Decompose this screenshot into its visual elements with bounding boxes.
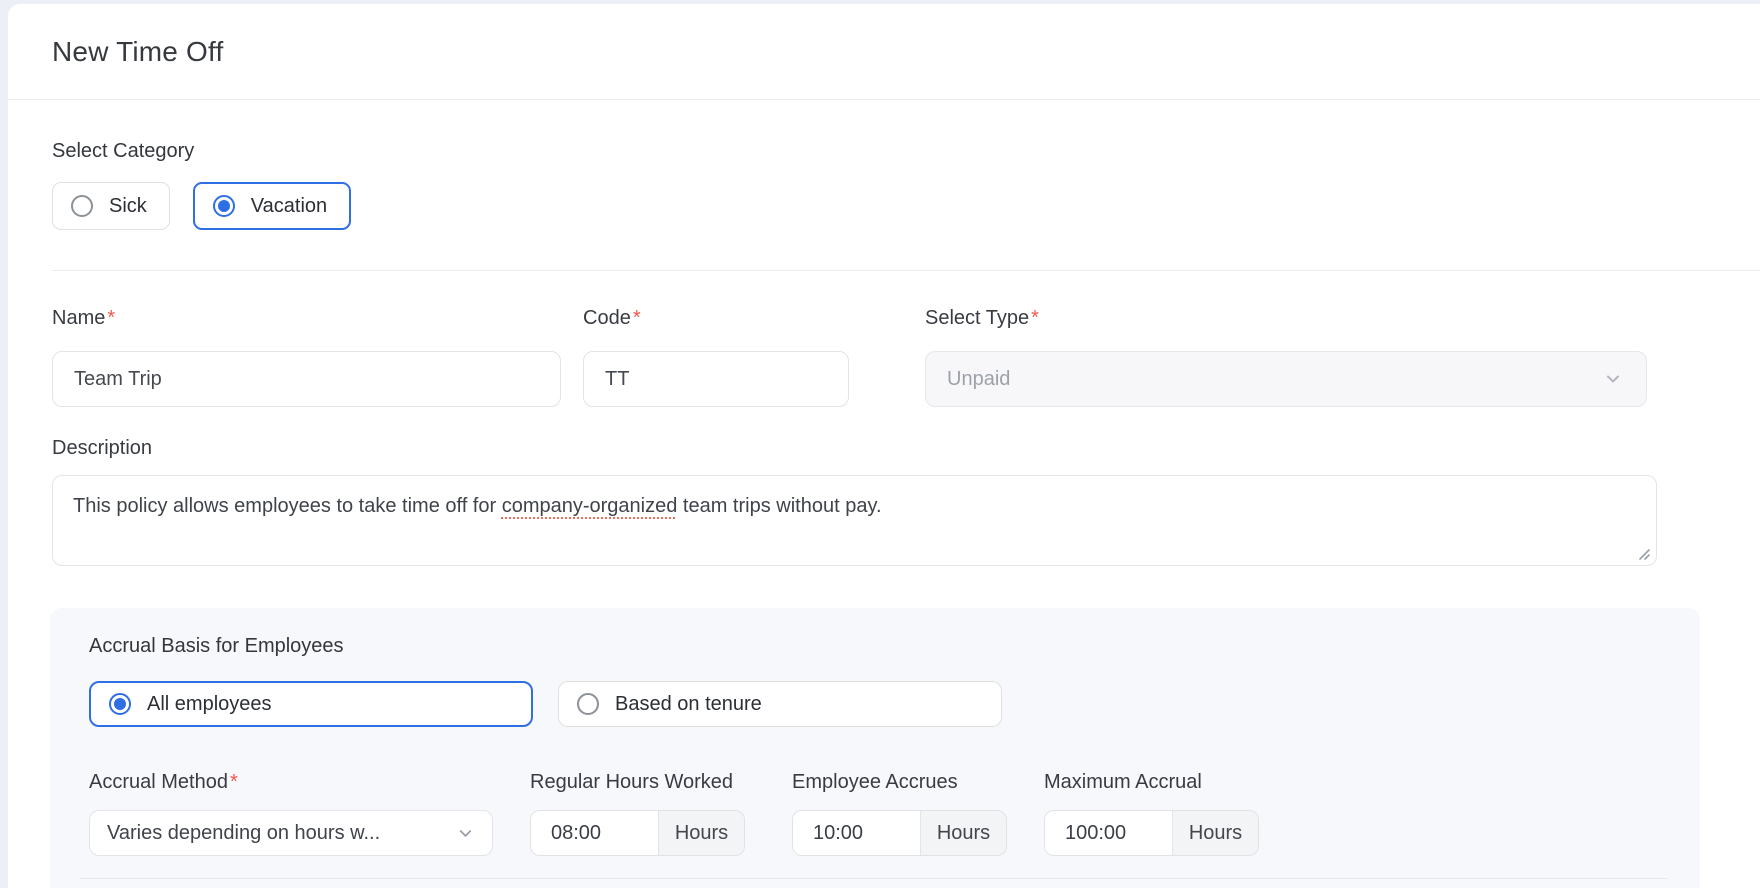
select-type-value: Unpaid (947, 368, 1010, 391)
accrual-basis-label: Accrual Basis for Employees (89, 635, 1700, 658)
basis-option-based-on-tenure[interactable]: Based on tenure (558, 681, 1002, 727)
description-text: team trips without pay. (677, 495, 881, 517)
maximum-accrual-label: Maximum Accrual (1044, 771, 1259, 794)
select-type-dropdown[interactable]: Unpaid (925, 351, 1647, 407)
select-category-label: Select Category (52, 140, 1760, 163)
employee-accrues-group: Hours (792, 810, 1007, 856)
radio-checked-icon (213, 195, 235, 217)
description-textarea[interactable]: This policy allows employees to take tim… (52, 475, 1657, 566)
category-option-vacation[interactable]: Vacation (193, 182, 351, 230)
accrual-method-dropdown[interactable]: Varies depending on hours w... (89, 810, 493, 856)
maximum-accrual-group: Hours (1044, 810, 1259, 856)
page-title: New Time Off (52, 36, 1760, 68)
category-option-label: Sick (109, 195, 147, 218)
radio-checked-icon (109, 693, 131, 715)
required-asterisk: * (1031, 307, 1039, 329)
basis-option-all-employees[interactable]: All employees (89, 681, 533, 727)
accrual-section: Accrual Basis for Employees All employee… (50, 608, 1700, 888)
code-input[interactable] (583, 351, 849, 407)
name-label: Name* (52, 307, 561, 330)
description-text: This policy allows employees to take tim… (73, 495, 502, 517)
category-option-label: Vacation (251, 195, 327, 218)
required-asterisk: * (230, 771, 238, 793)
maximum-accrual-input[interactable] (1045, 811, 1172, 855)
basis-option-label: All employees (147, 693, 272, 716)
hours-unit-label: Hours (920, 811, 1006, 855)
regular-hours-label: Regular Hours Worked (530, 771, 745, 794)
accrual-method-label: Accrual Method* (89, 771, 493, 794)
regular-hours-input[interactable] (531, 811, 658, 855)
accrual-bottom-divider (80, 878, 1668, 879)
new-time-off-card: New Time Off Select Category Sick Vacati… (8, 4, 1760, 888)
description-misspelled-word: company-organized (502, 495, 678, 517)
select-type-label: Select Type* (925, 307, 1647, 330)
hours-unit-label: Hours (1172, 811, 1258, 855)
card-header: New Time Off (8, 4, 1760, 99)
employee-accrues-label: Employee Accrues (792, 771, 1007, 794)
basis-option-label: Based on tenure (615, 693, 762, 716)
section-divider (52, 270, 1760, 271)
hours-unit-label: Hours (658, 811, 744, 855)
code-label: Code* (583, 307, 849, 330)
employee-accrues-input[interactable] (793, 811, 920, 855)
chevron-down-icon (457, 825, 474, 842)
category-option-sick[interactable]: Sick (52, 182, 170, 230)
resize-handle-icon[interactable] (1636, 546, 1650, 560)
required-asterisk: * (107, 307, 115, 329)
radio-unchecked-icon (71, 195, 93, 217)
chevron-down-icon (1604, 370, 1622, 388)
description-label: Description (52, 437, 1760, 460)
required-asterisk: * (633, 307, 641, 329)
radio-unchecked-icon (577, 693, 599, 715)
name-input[interactable] (52, 351, 561, 407)
accrual-basis-pill-row: All employees Based on tenure (89, 681, 1700, 727)
header-divider (8, 99, 1760, 100)
regular-hours-group: Hours (530, 810, 745, 856)
accrual-method-value: Varies depending on hours w... (107, 822, 380, 845)
category-pill-row: Sick Vacation (52, 182, 1760, 230)
